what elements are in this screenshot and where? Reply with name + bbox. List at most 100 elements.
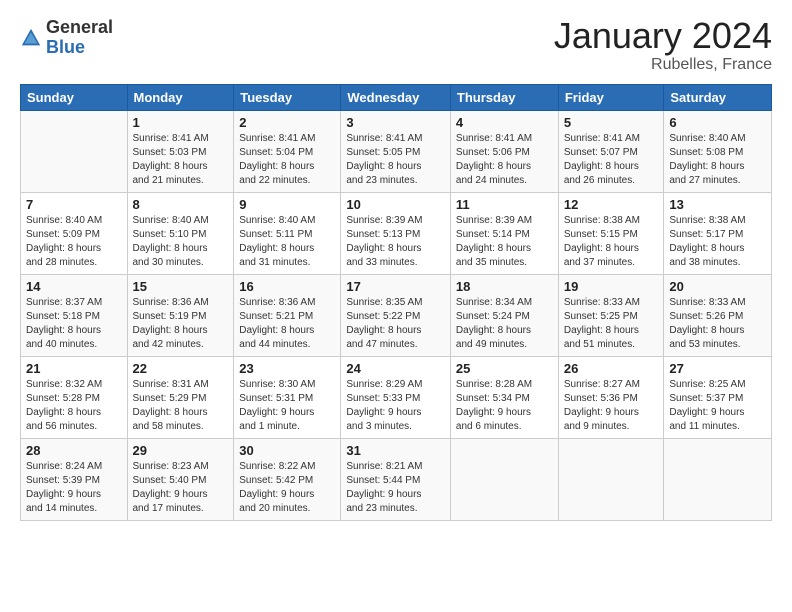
- day-number: 12: [564, 197, 659, 212]
- day-cell: 5 Sunrise: 8:41 AM Sunset: 5:07 PM Daylig…: [558, 111, 664, 193]
- logo-text: General Blue: [46, 18, 113, 58]
- day-info: Sunrise: 8:41 AM Sunset: 5:06 PM Dayligh…: [456, 132, 553, 188]
- day-cell: 16 Sunrise: 8:36 AM Sunset: 5:21 PM Dayli…: [234, 275, 341, 357]
- week-row: 14 Sunrise: 8:37 AM Sunset: 5:18 PM Dayli…: [21, 275, 772, 357]
- day-cell: 4 Sunrise: 8:41 AM Sunset: 5:06 PM Daylig…: [450, 111, 558, 193]
- day-number: 31: [346, 443, 445, 458]
- day-info: Sunrise: 8:27 AM Sunset: 5:36 PM Dayligh…: [564, 378, 659, 434]
- day-cell: 21Sunrise: 8:32 AM Sunset: 5:28 PM Dayli…: [21, 357, 128, 439]
- day-number: 23: [239, 361, 335, 376]
- day-info: Sunrise: 8:35 AM Sunset: 5:22 PM Dayligh…: [346, 296, 445, 352]
- logo: General Blue: [20, 18, 113, 58]
- day-info: Sunrise: 8:40 AM Sunset: 5:08 PM Dayligh…: [669, 132, 766, 188]
- day-number: 4: [456, 115, 553, 130]
- day-number: 10: [346, 197, 445, 212]
- day-number: 9: [239, 197, 335, 212]
- calendar-subtitle: Rubelles, France: [554, 56, 772, 74]
- day-number: 28: [26, 443, 122, 458]
- day-number: 6: [669, 115, 766, 130]
- day-info: Sunrise: 8:33 AM Sunset: 5:25 PM Dayligh…: [564, 296, 659, 352]
- day-number: 27: [669, 361, 766, 376]
- day-number: 2: [239, 115, 335, 130]
- header: General Blue January 2024 Rubelles, Fran…: [20, 18, 772, 74]
- day-cell: 24Sunrise: 8:29 AM Sunset: 5:33 PM Dayli…: [341, 357, 451, 439]
- logo-icon: [20, 27, 42, 49]
- day-cell: [558, 439, 664, 521]
- day-info: Sunrise: 8:40 AM Sunset: 5:10 PM Dayligh…: [133, 214, 229, 270]
- day-number: 7: [26, 197, 122, 212]
- day-info: Sunrise: 8:36 AM Sunset: 5:21 PM Dayligh…: [239, 296, 335, 352]
- day-cell: 20Sunrise: 8:33 AM Sunset: 5:26 PM Dayli…: [664, 275, 772, 357]
- day-cell: 22 Sunrise: 8:31 AM Sunset: 5:29 PM Dayli…: [127, 357, 234, 439]
- day-cell: [664, 439, 772, 521]
- title-block: January 2024 Rubelles, France: [554, 18, 772, 74]
- day-cell: 31 Sunrise: 8:21 AM Sunset: 5:44 PM Dayli…: [341, 439, 451, 521]
- day-info: Sunrise: 8:38 AM Sunset: 5:15 PM Dayligh…: [564, 214, 659, 270]
- day-number: 19: [564, 279, 659, 294]
- day-info: Sunrise: 8:41 AM Sunset: 5:07 PM Dayligh…: [564, 132, 659, 188]
- day-cell: [21, 111, 128, 193]
- day-cell: 28Sunrise: 8:24 AM Sunset: 5:39 PM Dayli…: [21, 439, 128, 521]
- day-info: Sunrise: 8:22 AM Sunset: 5:42 PM Dayligh…: [239, 460, 335, 516]
- day-number: 22: [133, 361, 229, 376]
- day-info: Sunrise: 8:21 AM Sunset: 5:44 PM Dayligh…: [346, 460, 445, 516]
- day-cell: 9 Sunrise: 8:40 AM Sunset: 5:11 PM Daylig…: [234, 193, 341, 275]
- day-number: 13: [669, 197, 766, 212]
- day-number: 15: [133, 279, 229, 294]
- day-cell: 14 Sunrise: 8:37 AM Sunset: 5:18 PM Dayli…: [21, 275, 128, 357]
- day-info: Sunrise: 8:41 AM Sunset: 5:03 PM Dayligh…: [133, 132, 229, 188]
- day-cell: 15 Sunrise: 8:36 AM Sunset: 5:19 PM Dayli…: [127, 275, 234, 357]
- day-number: 16: [239, 279, 335, 294]
- day-info: Sunrise: 8:41 AM Sunset: 5:05 PM Dayligh…: [346, 132, 445, 188]
- header-cell: Friday: [558, 85, 664, 111]
- day-number: 18: [456, 279, 553, 294]
- day-info: Sunrise: 8:39 AM Sunset: 5:14 PM Dayligh…: [456, 214, 553, 270]
- day-info: Sunrise: 8:40 AM Sunset: 5:09 PM Dayligh…: [26, 214, 122, 270]
- day-number: 14: [26, 279, 122, 294]
- day-info: Sunrise: 8:29 AM Sunset: 5:33 PM Dayligh…: [346, 378, 445, 434]
- day-number: 11: [456, 197, 553, 212]
- day-cell: 27 Sunrise: 8:25 AM Sunset: 5:37 PM Dayli…: [664, 357, 772, 439]
- day-info: Sunrise: 8:30 AM Sunset: 5:31 PM Dayligh…: [239, 378, 335, 434]
- header-cell: Sunday: [21, 85, 128, 111]
- day-cell: 8 Sunrise: 8:40 AM Sunset: 5:10 PM Daylig…: [127, 193, 234, 275]
- day-cell: 7 Sunrise: 8:40 AM Sunset: 5:09 PM Daylig…: [21, 193, 128, 275]
- day-info: Sunrise: 8:23 AM Sunset: 5:40 PM Dayligh…: [133, 460, 229, 516]
- day-info: Sunrise: 8:31 AM Sunset: 5:29 PM Dayligh…: [133, 378, 229, 434]
- week-row: 28Sunrise: 8:24 AM Sunset: 5:39 PM Dayli…: [21, 439, 772, 521]
- logo-blue: Blue: [46, 37, 85, 57]
- week-row: 1Sunrise: 8:41 AM Sunset: 5:03 PM Daylig…: [21, 111, 772, 193]
- header-cell: Saturday: [664, 85, 772, 111]
- day-number: 3: [346, 115, 445, 130]
- day-cell: 1Sunrise: 8:41 AM Sunset: 5:03 PM Daylig…: [127, 111, 234, 193]
- day-info: Sunrise: 8:40 AM Sunset: 5:11 PM Dayligh…: [239, 214, 335, 270]
- day-number: 25: [456, 361, 553, 376]
- day-cell: 6 Sunrise: 8:40 AM Sunset: 5:08 PM Daylig…: [664, 111, 772, 193]
- day-info: Sunrise: 8:36 AM Sunset: 5:19 PM Dayligh…: [133, 296, 229, 352]
- day-info: Sunrise: 8:39 AM Sunset: 5:13 PM Dayligh…: [346, 214, 445, 270]
- header-cell: Wednesday: [341, 85, 451, 111]
- day-cell: 2Sunrise: 8:41 AM Sunset: 5:04 PM Daylig…: [234, 111, 341, 193]
- day-info: Sunrise: 8:25 AM Sunset: 5:37 PM Dayligh…: [669, 378, 766, 434]
- page: General Blue January 2024 Rubelles, Fran…: [0, 0, 792, 612]
- day-cell: 23 Sunrise: 8:30 AM Sunset: 5:31 PM Dayli…: [234, 357, 341, 439]
- day-cell: 19 Sunrise: 8:33 AM Sunset: 5:25 PM Dayli…: [558, 275, 664, 357]
- calendar-title: January 2024: [554, 18, 772, 54]
- day-cell: 29Sunrise: 8:23 AM Sunset: 5:40 PM Dayli…: [127, 439, 234, 521]
- day-cell: 30Sunrise: 8:22 AM Sunset: 5:42 PM Dayli…: [234, 439, 341, 521]
- day-number: 5: [564, 115, 659, 130]
- week-row: 21Sunrise: 8:32 AM Sunset: 5:28 PM Dayli…: [21, 357, 772, 439]
- day-number: 21: [26, 361, 122, 376]
- day-cell: 10 Sunrise: 8:39 AM Sunset: 5:13 PM Dayli…: [341, 193, 451, 275]
- day-cell: 26 Sunrise: 8:27 AM Sunset: 5:36 PM Dayli…: [558, 357, 664, 439]
- day-cell: 11 Sunrise: 8:39 AM Sunset: 5:14 PM Dayli…: [450, 193, 558, 275]
- day-cell: 12 Sunrise: 8:38 AM Sunset: 5:15 PM Dayli…: [558, 193, 664, 275]
- day-number: 26: [564, 361, 659, 376]
- week-row: 7 Sunrise: 8:40 AM Sunset: 5:09 PM Daylig…: [21, 193, 772, 275]
- day-cell: 3 Sunrise: 8:41 AM Sunset: 5:05 PM Daylig…: [341, 111, 451, 193]
- calendar-table: SundayMondayTuesdayWednesdayThursdayFrid…: [20, 84, 772, 521]
- day-number: 8: [133, 197, 229, 212]
- day-number: 17: [346, 279, 445, 294]
- day-info: Sunrise: 8:28 AM Sunset: 5:34 PM Dayligh…: [456, 378, 553, 434]
- day-info: Sunrise: 8:37 AM Sunset: 5:18 PM Dayligh…: [26, 296, 122, 352]
